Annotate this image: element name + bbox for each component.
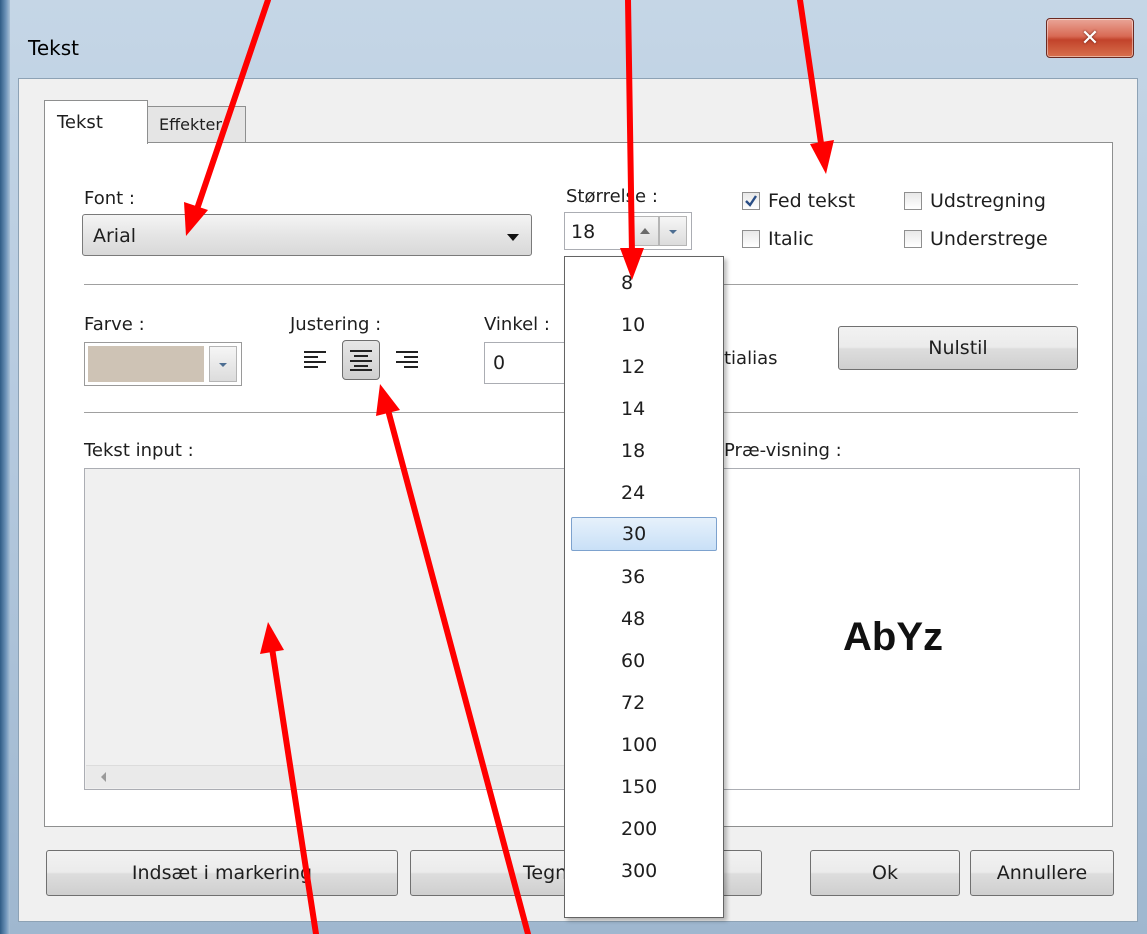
size-option[interactable]: 10 xyxy=(571,309,717,343)
checkbox-box xyxy=(742,230,760,248)
color-label: Farve : xyxy=(84,314,145,335)
angle-label: Vinkel : xyxy=(484,314,550,335)
tab-tekst[interactable]: Tekst xyxy=(44,100,148,144)
text-input-area[interactable] xyxy=(84,468,570,790)
angle-input[interactable]: 0 xyxy=(484,342,574,384)
checkbox-bold[interactable]: Fed tekst xyxy=(742,190,855,212)
font-select[interactable]: Arial xyxy=(82,214,532,256)
window-title: Tekst xyxy=(28,36,79,60)
size-option-label: 10 xyxy=(621,314,646,336)
size-option-label: 48 xyxy=(621,608,646,630)
size-dropdown-button[interactable] xyxy=(659,216,687,246)
size-option-label: 14 xyxy=(621,398,646,420)
checkbox-box xyxy=(904,230,922,248)
cancel-button-label: Annullere xyxy=(996,862,1088,884)
reset-button[interactable]: Nulstil xyxy=(838,326,1078,370)
chevron-down-icon xyxy=(219,363,227,367)
tab-tekst-label: Tekst xyxy=(57,112,103,133)
insert-in-selection-button[interactable]: Indsæt i markering xyxy=(46,850,398,896)
size-option-label: 60 xyxy=(621,650,646,672)
size-option-label: 36 xyxy=(621,566,646,588)
window-frame-left-edge xyxy=(0,0,10,934)
align-center-button[interactable] xyxy=(342,340,380,380)
size-spin-up-button[interactable] xyxy=(631,216,659,246)
cancel-button[interactable]: Annullere xyxy=(970,850,1114,896)
text-input-label: Tekst input : xyxy=(84,440,194,461)
color-dropdown-button[interactable] xyxy=(209,346,237,382)
size-option-label: 150 xyxy=(621,776,658,798)
size-option-label: 200 xyxy=(621,818,658,840)
checkbox-bold-label: Fed tekst xyxy=(768,190,856,212)
size-option-label: 72 xyxy=(621,692,646,714)
checkbox-underline-label: Understrege xyxy=(930,228,1048,250)
size-option-label: 8 xyxy=(621,272,634,294)
insert-button-label: Indsæt i markering xyxy=(131,862,313,884)
size-value: 18 xyxy=(571,221,596,243)
size-option[interactable]: 24 xyxy=(571,477,717,511)
size-option-label: 100 xyxy=(621,734,658,756)
align-left-icon xyxy=(304,351,326,368)
draw-button-label: Tegn xyxy=(523,862,568,884)
size-option-label: 300 xyxy=(621,860,658,882)
size-option[interactable]: 200 xyxy=(571,813,717,847)
font-select-value: Arial xyxy=(93,225,137,247)
size-option[interactable]: 8 xyxy=(571,267,717,301)
horizontal-scrollbar[interactable] xyxy=(86,765,568,788)
ok-button[interactable]: Ok xyxy=(810,850,960,896)
size-option[interactable]: 72 xyxy=(571,687,717,721)
close-button[interactable]: ✕ xyxy=(1046,18,1134,58)
checkbox-box xyxy=(904,192,922,210)
size-option[interactable]: 100 xyxy=(571,729,717,763)
checkbox-strikethrough[interactable]: Udstregning xyxy=(904,190,1046,212)
close-icon: ✕ xyxy=(1080,25,1100,51)
color-picker[interactable] xyxy=(84,342,242,386)
size-option-label: 30 xyxy=(622,523,647,545)
antialias-label[interactable]: tialias xyxy=(724,348,778,369)
align-left-button[interactable] xyxy=(296,340,334,380)
checkbox-strikethrough-label: Udstregning xyxy=(930,190,1046,212)
size-label: Størrelse : xyxy=(566,186,658,207)
scroll-left-icon xyxy=(101,772,106,782)
size-option-label: 24 xyxy=(621,482,646,504)
reset-button-label: Nulstil xyxy=(928,337,988,359)
font-label: Font : xyxy=(84,188,135,209)
angle-value: 0 xyxy=(493,352,506,374)
ok-button-label: Ok xyxy=(872,862,898,884)
size-option[interactable]: 150 xyxy=(571,771,717,805)
checkbox-italic-label: Italic xyxy=(768,228,814,250)
size-option[interactable]: 18 xyxy=(571,435,717,469)
size-option[interactable]: 60 xyxy=(571,645,717,679)
align-right-button[interactable] xyxy=(388,340,426,380)
checkbox-underline[interactable]: Understrege xyxy=(904,228,1048,250)
checkbox-italic[interactable]: Italic xyxy=(742,228,814,250)
align-center-icon xyxy=(350,350,372,371)
size-option[interactable]: 14 xyxy=(571,393,717,427)
tab-effekter[interactable]: Effekter xyxy=(146,106,246,142)
checkbox-box xyxy=(742,192,760,210)
alignment-label: Justering : xyxy=(290,314,382,335)
size-option[interactable]: 48 xyxy=(571,603,717,637)
preview-label: Præ-visning : xyxy=(724,440,842,461)
checkmark-icon xyxy=(745,195,757,207)
preview-box: AbYz xyxy=(714,468,1080,790)
size-dropdown-list[interactable]: 8 10 12 14 18 24 30 36 48 60 72 100 150 … xyxy=(564,256,724,918)
chevron-down-icon xyxy=(669,230,677,234)
size-option-label: 18 xyxy=(621,440,646,462)
size-option[interactable]: 300 xyxy=(571,855,717,889)
preview-sample-text: AbYz xyxy=(843,615,943,659)
chevron-down-icon xyxy=(507,234,519,241)
size-spinbox[interactable]: 18 xyxy=(564,212,692,250)
chevron-up-icon xyxy=(640,228,650,234)
size-option-label: 12 xyxy=(621,356,646,378)
size-option[interactable]: 36 xyxy=(571,561,717,595)
align-right-icon xyxy=(396,351,418,368)
size-option[interactable]: 12 xyxy=(571,351,717,385)
size-option-highlighted[interactable]: 30 xyxy=(571,517,717,551)
color-swatch xyxy=(88,346,204,382)
tab-effekter-label: Effekter xyxy=(159,115,222,134)
